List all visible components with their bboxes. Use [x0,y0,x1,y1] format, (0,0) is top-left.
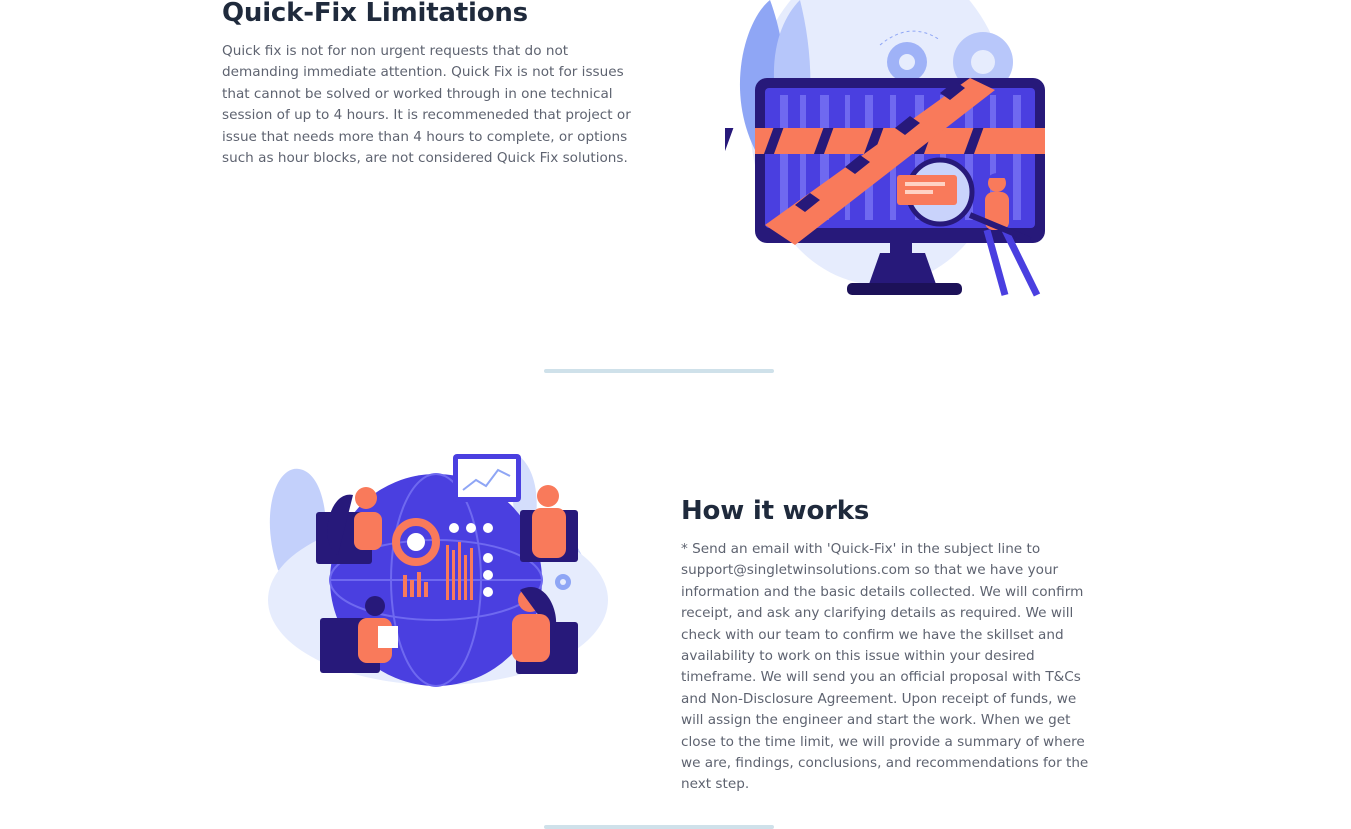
team-collaboration-globe-illustration [268,454,608,687]
section-title-limitations: Quick-Fix Limitations [222,0,528,28]
section-divider [544,825,774,829]
section-divider [544,369,774,373]
monitor-with-caution-tape-illustration [725,0,1045,297]
section-title-how-it-works: How it works [681,496,870,526]
section-body-how-it-works: * Send an email with 'Quick-Fix' in the … [681,541,1089,793]
gear-icon [555,574,571,590]
gear-icon [887,42,927,82]
section-body-limitations: Quick fix is not for non urgent requests… [222,43,631,167]
